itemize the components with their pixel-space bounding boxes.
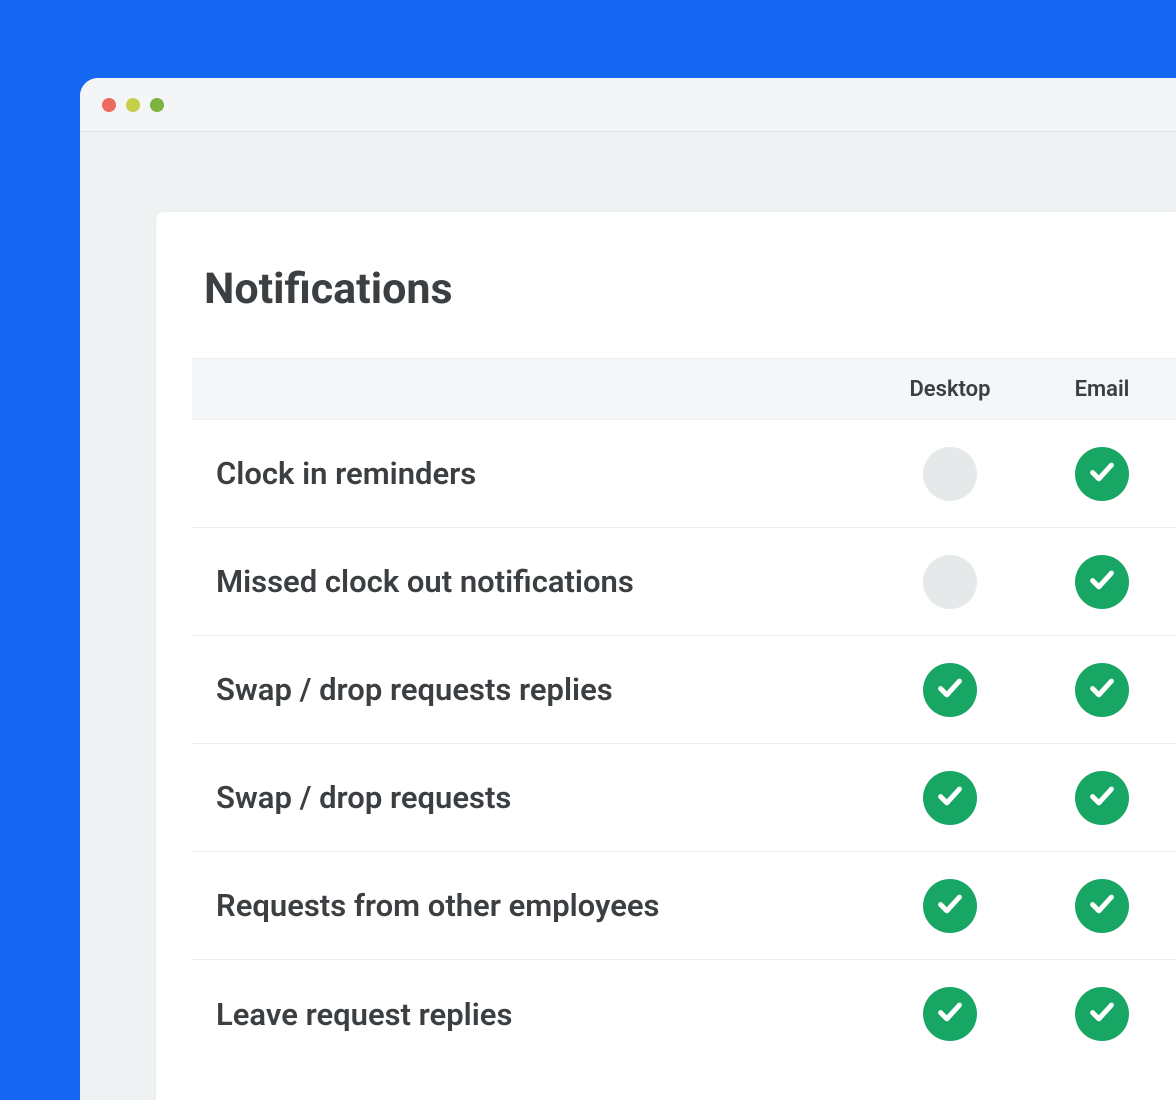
window-body: Notifications Desktop Email Clock in rem… <box>80 132 1176 1100</box>
cell-desktop <box>872 663 1028 717</box>
page-title: Notifications <box>156 264 1176 358</box>
check-icon <box>935 673 965 707</box>
notification-label: Swap / drop requests replies <box>192 671 872 708</box>
cell-email <box>1028 555 1176 609</box>
check-icon <box>1087 457 1117 491</box>
toggle-desktop-2[interactable] <box>923 663 977 717</box>
check-icon <box>1087 781 1117 815</box>
toggle-desktop-1[interactable] <box>923 555 977 609</box>
app-window: Notifications Desktop Email Clock in rem… <box>80 78 1176 1100</box>
toggle-email-0[interactable] <box>1075 447 1129 501</box>
cell-desktop <box>872 771 1028 825</box>
cell-email <box>1028 879 1176 933</box>
cell-desktop <box>872 555 1028 609</box>
toggle-desktop-3[interactable] <box>923 771 977 825</box>
notification-label: Requests from other employees <box>192 887 872 924</box>
notification-row: Missed clock out notifications <box>192 528 1176 636</box>
toggle-desktop-5[interactable] <box>923 987 977 1041</box>
notification-row: Requests from other employees <box>192 852 1176 960</box>
toggle-email-3[interactable] <box>1075 771 1129 825</box>
notification-label: Leave request replies <box>192 996 872 1033</box>
toggle-desktop-4[interactable] <box>923 879 977 933</box>
cell-email <box>1028 987 1176 1041</box>
cell-desktop <box>872 987 1028 1041</box>
toggle-email-5[interactable] <box>1075 987 1129 1041</box>
cell-email <box>1028 663 1176 717</box>
window-close-button[interactable] <box>102 98 116 112</box>
toggle-desktop-0[interactable] <box>923 447 977 501</box>
notifications-card: Notifications Desktop Email Clock in rem… <box>156 212 1176 1100</box>
cell-desktop <box>872 447 1028 501</box>
check-icon <box>1087 889 1117 923</box>
cell-email <box>1028 447 1176 501</box>
toggle-email-4[interactable] <box>1075 879 1129 933</box>
notification-row: Swap / drop requests <box>192 744 1176 852</box>
notification-row: Leave request replies <box>192 960 1176 1068</box>
window-titlebar <box>80 78 1176 132</box>
toggle-email-1[interactable] <box>1075 555 1129 609</box>
toggle-email-2[interactable] <box>1075 663 1129 717</box>
column-header-desktop: Desktop <box>872 377 1028 402</box>
window-maximize-button[interactable] <box>150 98 164 112</box>
check-icon <box>935 781 965 815</box>
check-icon <box>1087 565 1117 599</box>
notifications-rows: Clock in reminders Missed clock out notif… <box>156 420 1176 1068</box>
check-icon <box>1087 997 1117 1031</box>
window-minimize-button[interactable] <box>126 98 140 112</box>
column-header-email: Email <box>1028 377 1176 402</box>
notification-row: Swap / drop requests replies <box>192 636 1176 744</box>
notification-label: Missed clock out notifications <box>192 563 872 600</box>
cell-desktop <box>872 879 1028 933</box>
check-icon <box>935 997 965 1031</box>
check-icon <box>935 889 965 923</box>
notification-label: Swap / drop requests <box>192 779 872 816</box>
notification-label: Clock in reminders <box>192 455 872 492</box>
check-icon <box>1087 673 1117 707</box>
cell-email <box>1028 771 1176 825</box>
notifications-table-header: Desktop Email <box>192 358 1176 420</box>
notification-row: Clock in reminders <box>192 420 1176 528</box>
